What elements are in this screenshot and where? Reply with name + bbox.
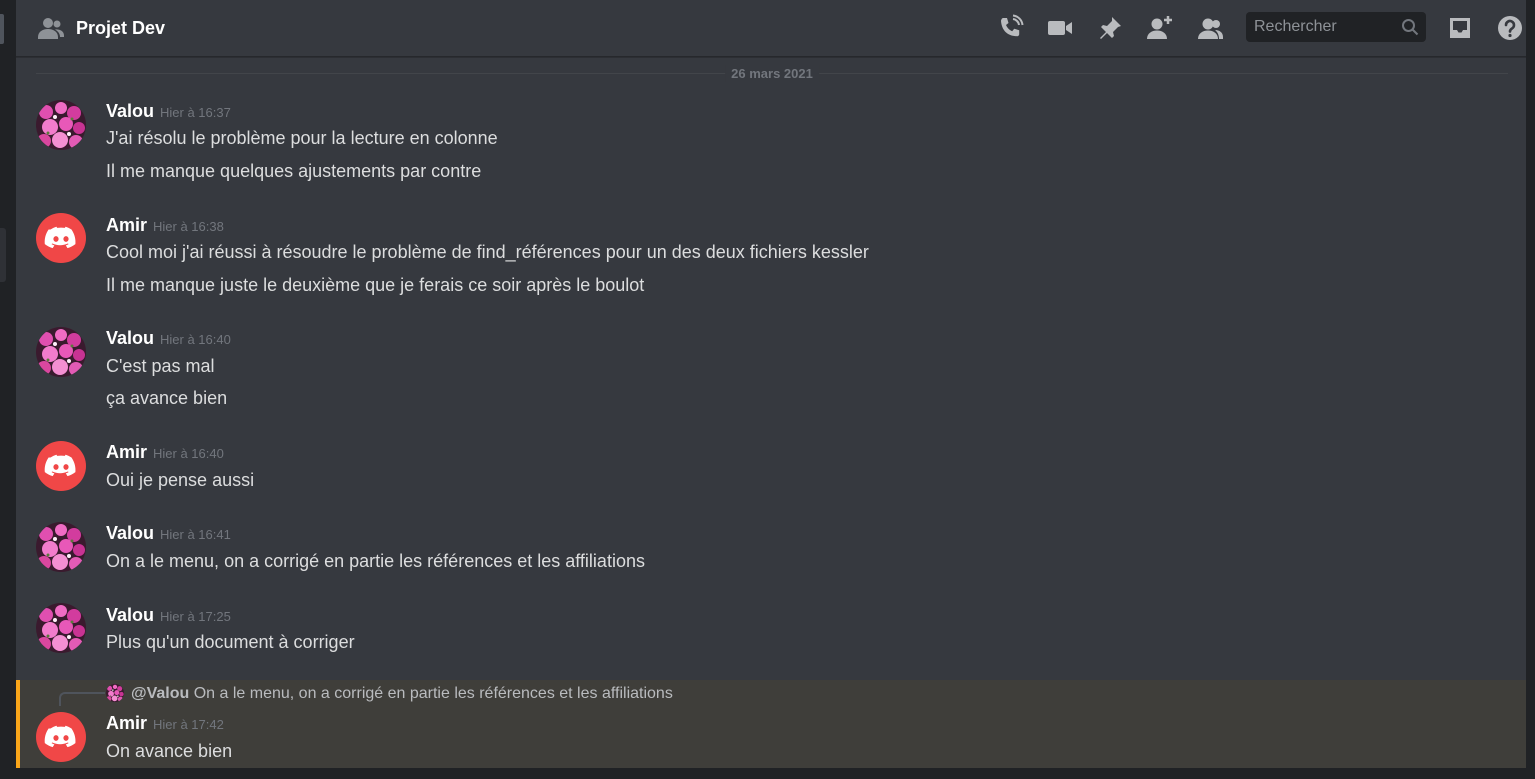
message-author[interactable]: Valou — [106, 605, 154, 625]
search-icon[interactable] — [1400, 17, 1420, 37]
message-text: Cool moi j'ai réussi à résoudre le probl… — [106, 242, 869, 262]
message-text: ça avance bien — [106, 388, 228, 408]
message-timestamp: Hier à 17:42 — [153, 717, 224, 732]
sidebar-indicator — [0, 14, 4, 44]
avatar[interactable] — [36, 100, 86, 150]
message-text: Oui je pense aussi — [106, 470, 255, 490]
message-timestamp: Hier à 16:40 — [153, 446, 224, 461]
message-text: J'ai résolu le problème pour la lecture … — [106, 128, 498, 148]
message-author[interactable]: Amir — [106, 215, 147, 235]
reply-preview[interactable]: @Valou On a le menu, on a corrigé en par… — [131, 685, 673, 703]
reply-mention[interactable]: @Valou — [131, 685, 189, 702]
message-author[interactable]: Valou — [106, 101, 154, 121]
avatar[interactable] — [36, 213, 86, 263]
scrollbar-track[interactable] — [1526, 0, 1535, 779]
message-author[interactable]: Valou — [106, 523, 154, 543]
date-divider-label: 26 mars 2021 — [725, 65, 819, 82]
message-author[interactable]: Amir — [106, 713, 147, 733]
avatar[interactable] — [36, 327, 86, 377]
reply-avatar[interactable] — [106, 684, 124, 702]
avatar[interactable] — [36, 522, 86, 572]
avatar[interactable] — [36, 441, 86, 491]
pin-icon[interactable] — [1096, 14, 1124, 42]
search-input[interactable]: Rechercher — [1246, 12, 1426, 42]
server-sidebar-edge — [0, 0, 16, 779]
video-call-icon[interactable] — [1046, 14, 1074, 42]
message-text: Plus qu'un document à corriger — [106, 632, 355, 652]
message-timestamp: Hier à 17:25 — [160, 609, 231, 624]
channel-title: Projet Dev — [76, 18, 166, 38]
group-dm-icon — [38, 17, 64, 39]
reply-connector — [59, 692, 105, 706]
sidebar-indicator — [0, 228, 6, 282]
message-text: On avance bien — [106, 741, 233, 761]
message-text: On a le menu, on a corrigé en partie les… — [106, 551, 645, 571]
chat-window: Projet Dev Rechercher 26 mars 2021 Valou… — [16, 0, 1526, 768]
message-text: Il me manque juste le deuxième que je fe… — [106, 275, 645, 295]
member-list-icon[interactable] — [1196, 14, 1224, 42]
add-member-icon[interactable] — [1146, 14, 1174, 42]
message-author[interactable]: Amir — [106, 442, 147, 462]
message-timestamp: Hier à 16:41 — [160, 527, 231, 542]
help-icon[interactable] — [1496, 14, 1524, 42]
date-divider: 26 mars 2021 — [36, 65, 1508, 82]
voice-call-icon[interactable] — [996, 14, 1024, 42]
reply-preview-text: On a le menu, on a corrigé en partie les… — [193, 685, 673, 702]
avatar[interactable] — [36, 712, 86, 762]
message-text: Il me manque quelques ajustements par co… — [106, 161, 482, 181]
avatar[interactable] — [36, 603, 86, 653]
message-author[interactable]: Valou — [106, 328, 154, 348]
search-placeholder: Rechercher — [1254, 18, 1337, 35]
channel-header: Projet Dev Rechercher — [16, 0, 1526, 57]
message-timestamp: Hier à 16:40 — [160, 332, 231, 347]
inbox-icon[interactable] — [1446, 14, 1474, 42]
message-timestamp: Hier à 16:38 — [153, 219, 224, 234]
message-text: C'est pas mal — [106, 356, 215, 376]
message-timestamp: Hier à 16:37 — [160, 105, 231, 120]
